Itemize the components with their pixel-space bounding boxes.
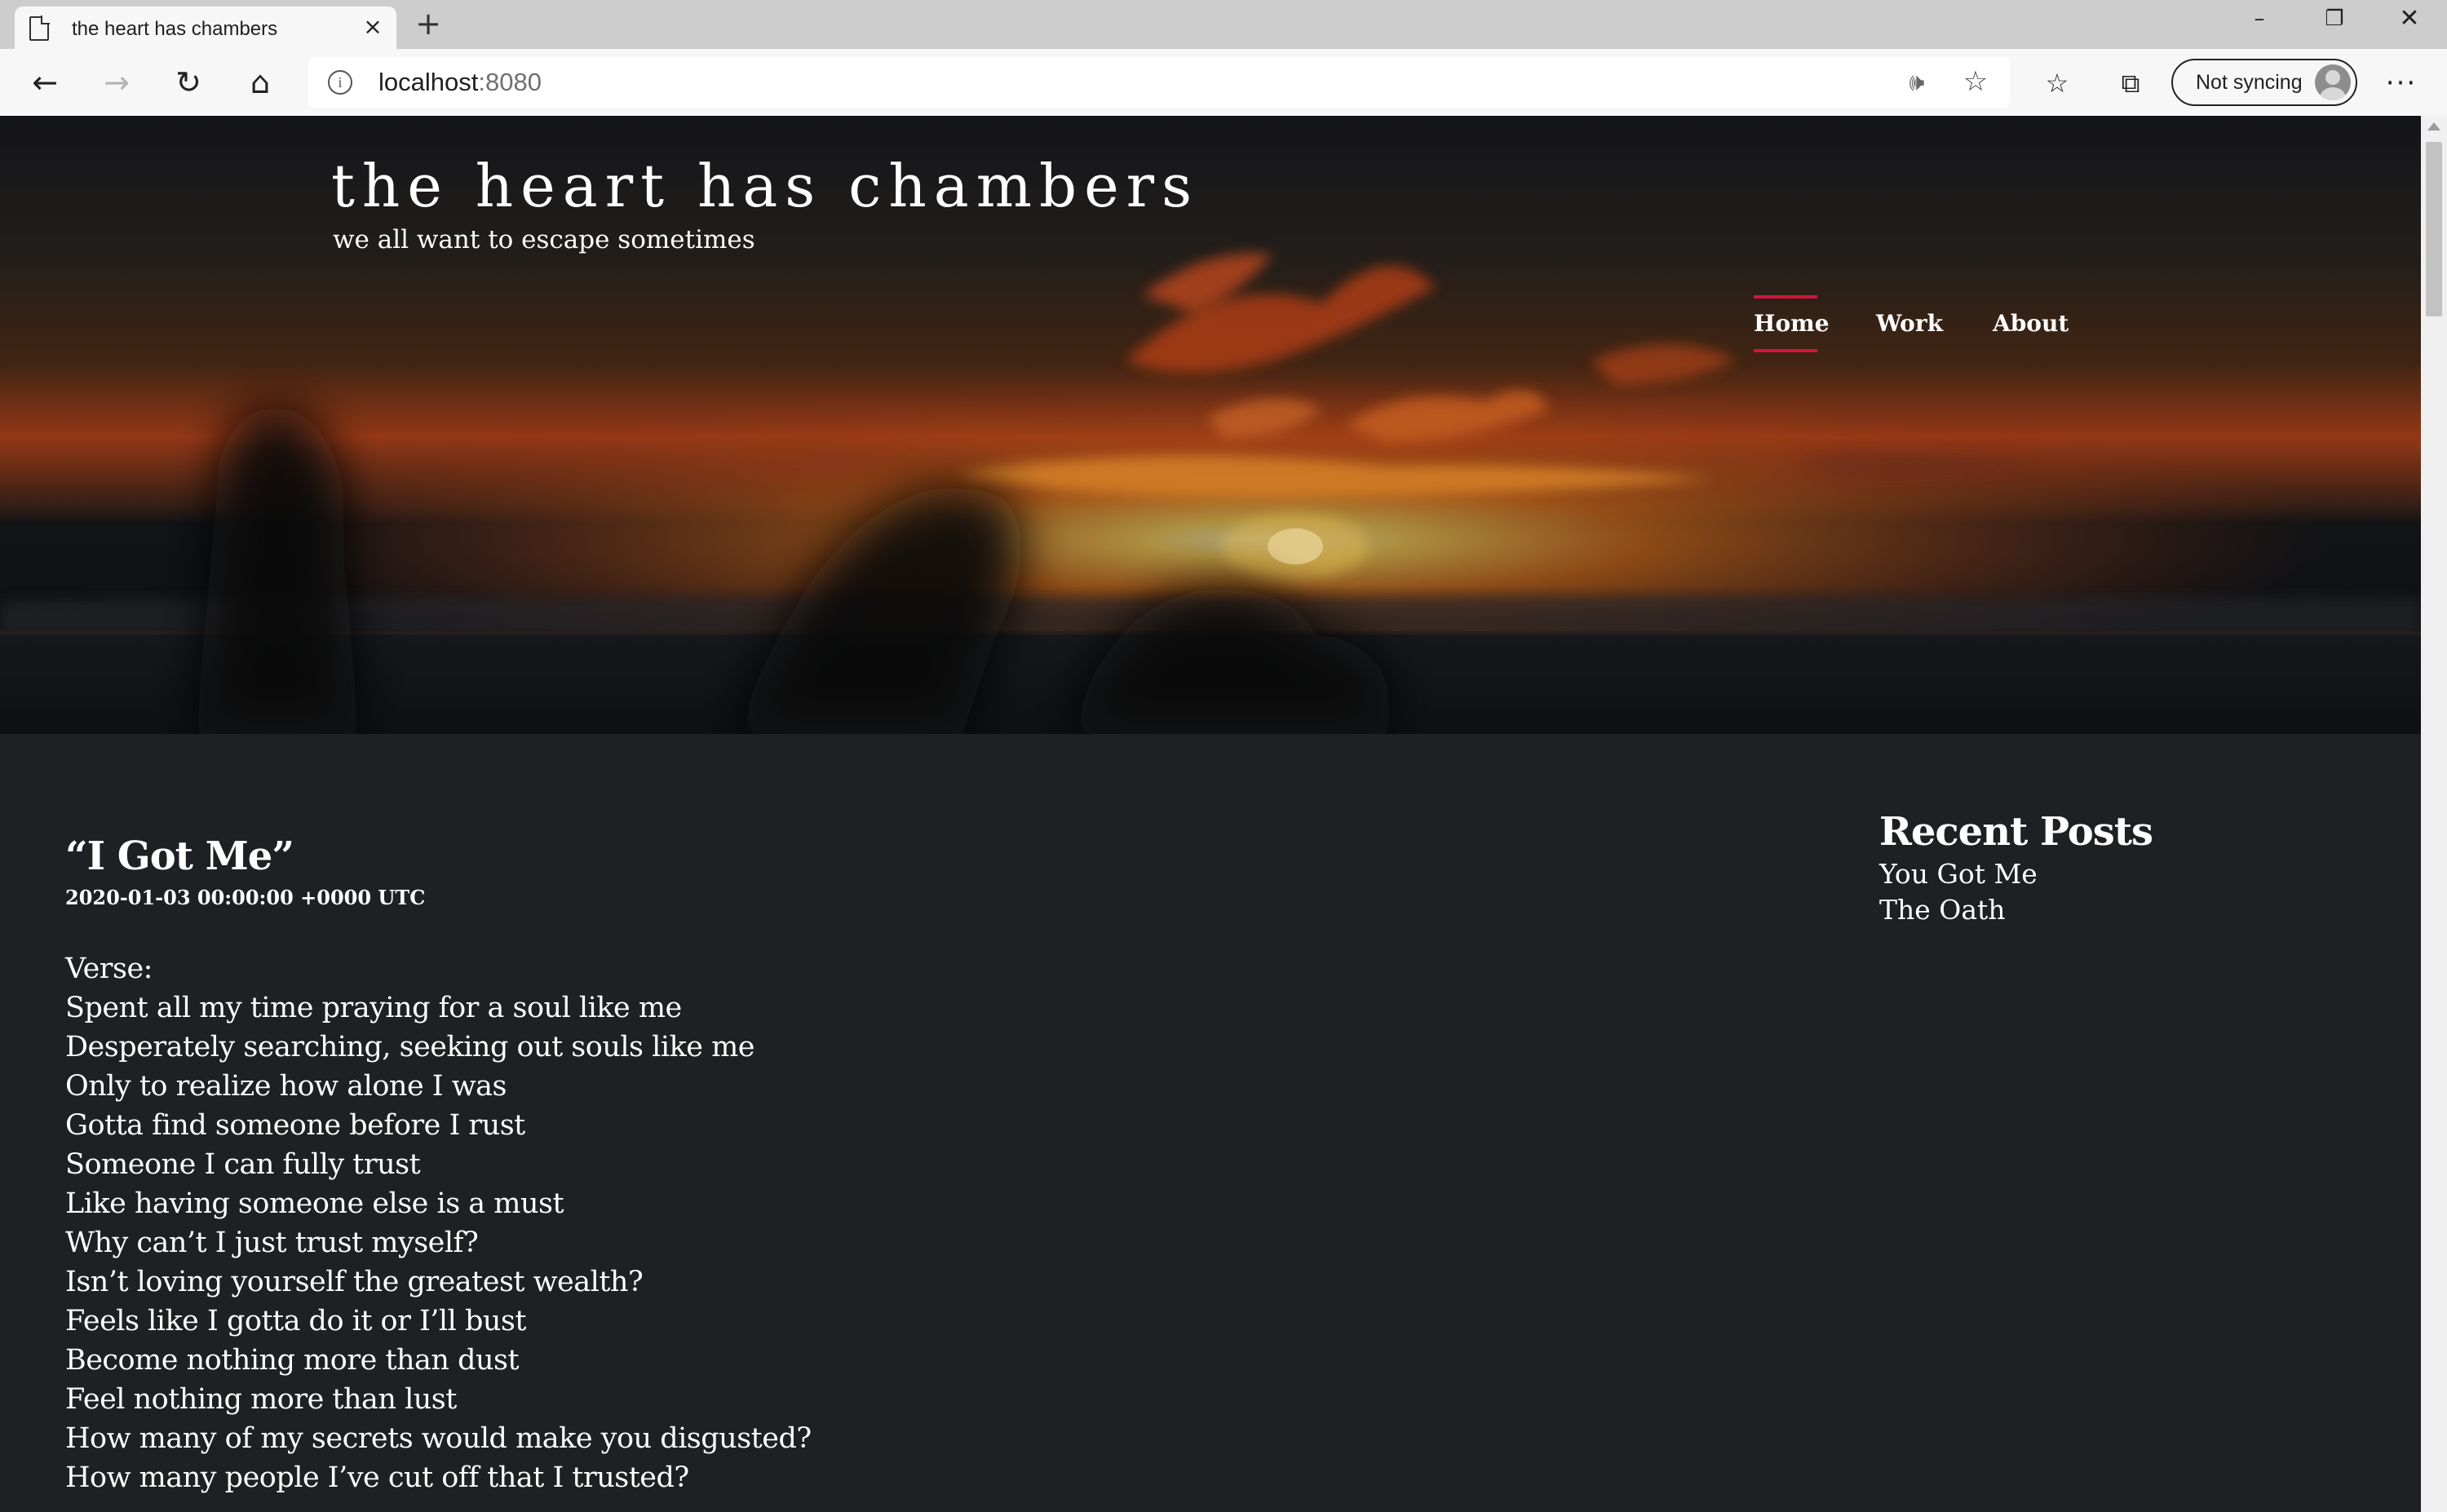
avatar [2315, 64, 2351, 100]
minimize-icon[interactable]: – [2222, 0, 2297, 39]
recent-post-link[interactable]: The Oath [1879, 892, 2369, 928]
url-text[interactable]: localhost:8080 [378, 68, 542, 97]
sync-label: Not syncing [2196, 71, 2303, 94]
browser-toolbar: ← → ↻ ⌂ i localhost:8080 🕪 ☆ ☆ ⧉ Not syn… [0, 49, 2447, 117]
more-icon[interactable]: ··· [2378, 60, 2424, 106]
nav-work-link[interactable]: Work [1876, 295, 1943, 352]
home-icon[interactable]: ⌂ [238, 60, 282, 104]
address-bar[interactable]: i localhost:8080 🕪 ☆ [308, 57, 2010, 108]
scrollbar-thumb[interactable] [2426, 142, 2442, 316]
page-icon [29, 15, 50, 41]
plus-icon[interactable]: + [411, 7, 445, 41]
post-date: 2020-01-03 00:00:00 +0000 UTC [65, 886, 426, 909]
close-icon[interactable]: × [359, 13, 387, 41]
nav-home-link[interactable]: Home [1754, 295, 1830, 352]
hero-header: the heart has chambers we all want to es… [0, 116, 2421, 734]
page-scrollbar[interactable] [2421, 116, 2447, 1512]
forward-arrow-icon[interactable]: → [95, 60, 139, 104]
post-line: Verse: [65, 953, 153, 985]
post-line: How many of my secrets would make you di… [65, 1422, 812, 1455]
post-line: Why can’t I just trust myself? [65, 1227, 479, 1259]
read-aloud-icon[interactable]: 🕪 [1901, 67, 1933, 99]
sidebar: Recent Posts You Got Me The Oath [1879, 807, 2369, 928]
post-line: Only to realize how alone I was [65, 1070, 507, 1103]
profile-sync-button[interactable]: Not syncing [2171, 59, 2357, 106]
recent-posts-heading: Recent Posts [1879, 809, 2153, 855]
post-line: Become nothing more than dust [65, 1344, 520, 1377]
scroll-up-icon[interactable] [2427, 122, 2440, 130]
post-line: Feel nothing more than lust [65, 1383, 457, 1416]
post-line: Desperately searching, seeking out souls… [65, 1031, 754, 1063]
star-icon[interactable]: ☆ [1959, 65, 1992, 98]
restore-icon[interactable]: ❐ [2297, 0, 2372, 39]
post-article: “I Got Me” 2020-01-03 00:00:00 +0000 UTC… [65, 832, 1615, 1497]
nav-about-link[interactable]: About [1993, 295, 2069, 352]
favorites-list-icon[interactable]: ☆ [2034, 60, 2080, 106]
post-line: Gotta find someone before I rust [65, 1109, 525, 1142]
tab-title: the heart has chambers [72, 18, 278, 40]
tab-strip: the heart has chambers × + – ❐ ✕ [0, 0, 2447, 52]
info-icon[interactable]: i [328, 70, 352, 95]
site-tagline: we all want to escape sometimes [333, 225, 755, 254]
post-line: Isn’t loving yourself the greatest wealt… [65, 1266, 644, 1298]
page-viewport: the heart has chambers we all want to es… [0, 116, 2421, 1512]
post-line: Feels like I gotta do it or I’ll bust [65, 1305, 526, 1337]
back-arrow-icon[interactable]: ← [23, 60, 67, 104]
url-port: :8080 [478, 68, 542, 96]
post-line: Someone I can fully trust [65, 1148, 421, 1181]
browser-tab[interactable]: the heart has chambers × [15, 7, 396, 52]
post-line: How many people I’ve cut off that I trus… [65, 1461, 689, 1494]
post-line: Spent all my time praying for a soul lik… [65, 992, 682, 1024]
post-title: “I Got Me” [65, 833, 294, 879]
post-body: Verse: Spent all my time praying for a s… [65, 949, 1615, 1497]
window-close-icon[interactable]: ✕ [2372, 0, 2447, 39]
site-title[interactable]: the heart has chambers [331, 152, 1199, 220]
collections-icon[interactable]: ⧉ [2108, 60, 2153, 106]
recent-post-link[interactable]: You Got Me [1879, 856, 2369, 892]
url-host: localhost [378, 68, 479, 96]
reload-icon[interactable]: ↻ [166, 60, 210, 104]
post-line: Like having someone else is a must [65, 1187, 564, 1220]
